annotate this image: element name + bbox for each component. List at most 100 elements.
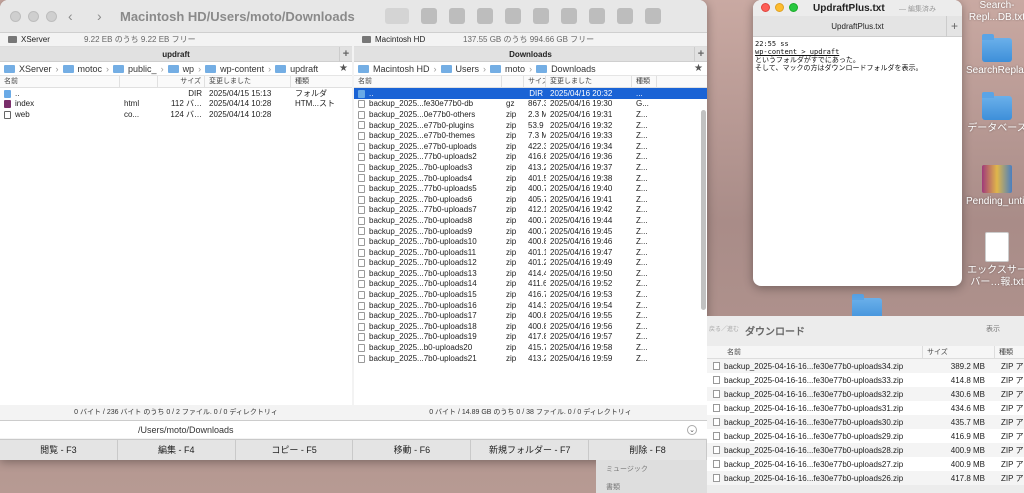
right-tab[interactable]: Downloads +	[354, 47, 707, 62]
breadcrumb-item[interactable]: Users	[456, 64, 480, 74]
list-item[interactable]: backup_2025-04-16-16...fe30e77b0-uploads…	[707, 401, 1024, 415]
table-row[interactable]: backup_2025...77b0-uploads7 zip 412.1 MB 20…	[354, 205, 707, 216]
preview-eye-icon[interactable]	[533, 8, 549, 24]
breadcrumb-item[interactable]: moto	[505, 64, 525, 74]
chevron-down-icon[interactable]: ⌄	[687, 425, 697, 435]
table-row[interactable]: backup_2025...e77b0-uploads zip 422.3... 20…	[354, 141, 707, 152]
close-button[interactable]	[761, 3, 770, 12]
fkey-button[interactable]: 削除 - F8	[589, 440, 707, 460]
list-view-icon[interactable]	[385, 8, 409, 24]
fkey-button[interactable]: 編集 - F4	[118, 440, 236, 460]
col-name[interactable]: 名前	[707, 346, 923, 358]
table-row[interactable]: .. DIR 2025/04/15 15:13 フォルダ	[0, 88, 352, 99]
list-item[interactable]: backup_2025-04-16-16...fe30e77b0-uploads…	[707, 359, 1024, 373]
sidebar-item-music[interactable]: ミュージック	[606, 464, 697, 474]
favorite-star-icon[interactable]: ★	[694, 63, 703, 74]
list-item[interactable]: backup_2025-04-16-16...fe30e77b0-uploads…	[707, 373, 1024, 387]
table-row[interactable]: backup_2025...7b0-uploads8 zip 400.7... 202…	[354, 215, 707, 226]
sidebar-item-documents[interactable]: 書類	[606, 482, 697, 492]
table-row[interactable]: backup_2025...7b0-uploads3 zip 413.2... 202…	[354, 162, 707, 173]
table-row[interactable]: backup_2025...7b0-uploads11 zip 401.1... 20…	[354, 247, 707, 258]
add-tab-button[interactable]: +	[694, 47, 707, 62]
table-row[interactable]: backup_2025...7b0-uploads12 zip 401.2... 20…	[354, 258, 707, 269]
col-size[interactable]: サイズ	[158, 75, 205, 88]
fkey-button[interactable]: 新規フォルダー - F7	[471, 440, 590, 460]
editor-text[interactable]: 22:55 ss wp-content > updraft というフォルダがすで…	[753, 37, 962, 72]
table-row[interactable]: backup_2025...e77b0-themes zip 7.3 MB 2025/…	[354, 130, 707, 141]
fkey-button[interactable]: 閲覧 - F3	[0, 440, 118, 460]
breadcrumb-item[interactable]: motoc	[78, 64, 103, 74]
table-row[interactable]: backup_2025...77b0-uploads2 zip 416.8... 20…	[354, 152, 707, 163]
desktop-icon[interactable]: エックスサーバー…報.txt	[966, 232, 1024, 289]
table-row[interactable]: backup_2025...7b0-uploads10 zip 400.8... 20…	[354, 236, 707, 247]
table-row[interactable]: backup_2025...7b0-uploads18 zip 400.8... 20…	[354, 321, 707, 332]
minimize-button[interactable]	[28, 11, 39, 22]
list-item[interactable]: backup_2025-04-16-16...fe30e77b0-uploads…	[707, 429, 1024, 443]
list-item[interactable]: backup_2025-04-16-16...fe30e77b0-uploads…	[707, 415, 1024, 429]
table-row[interactable]: backup_2025...b0-uploads20 zip 415.7... 202…	[354, 342, 707, 353]
table-row[interactable]: backup_2025...7b0-uploads13 zip 414.4... 20…	[354, 268, 707, 279]
left-drive-select[interactable]: XServer	[8, 35, 78, 44]
list-item[interactable]: backup_2025-04-16-16...fe30e77b0-uploads…	[707, 443, 1024, 457]
table-row[interactable]: web co... 124 バ… 2025/04/14 10:28	[0, 109, 352, 120]
col-size[interactable]: サイズ	[923, 346, 995, 358]
col-kind[interactable]: 種類	[291, 76, 352, 88]
add-tab-button[interactable]: +	[339, 47, 352, 62]
table-row[interactable]: backup_2025...7b0-uploads19 zip 417.8... 20…	[354, 332, 707, 343]
list-item[interactable]: backup_2025-04-16-16...fe30e77b0-uploads…	[707, 457, 1024, 471]
table-row[interactable]: backup_2025...77b0-uploads5 zip 400.7... 20…	[354, 183, 707, 194]
table-row[interactable]: backup_2025...7b0-uploads17 zip 400.8... 20…	[354, 310, 707, 321]
right-drive-select[interactable]: Macintosh HD	[362, 35, 457, 44]
table-row[interactable]: backup_2025...7b0-uploads4 zip 401.5... 202…	[354, 173, 707, 184]
info-icon[interactable]	[505, 8, 521, 24]
table-row[interactable]: backup_2025...7b0-uploads14 zip 411.6 MB 20…	[354, 279, 707, 290]
table-row[interactable]: index html 112 バ… 2025/04/14 10:28 HTM...スト	[0, 99, 352, 110]
breadcrumb-item[interactable]: updraft	[290, 64, 318, 74]
zoom-button[interactable]	[789, 3, 798, 12]
table-row[interactable]: backup_2025...7b0-uploads9 zip 400.7... 202…	[354, 226, 707, 237]
add-tab-button[interactable]: +	[946, 16, 962, 37]
view-label[interactable]: 表示	[986, 324, 1000, 334]
path-bar[interactable]: /Users/moto/Downloads ⌄	[0, 420, 707, 438]
breadcrumb-item[interactable]: XServer	[19, 64, 52, 74]
table-row[interactable]: backup_2025...e77b0-plugins zip 53.9 MB 202…	[354, 120, 707, 131]
forward-arrow-icon[interactable]: ›	[97, 8, 102, 24]
table-row[interactable]: backup_2025...7b0-uploads16 zip 414.3... 20…	[354, 300, 707, 311]
editor-tab[interactable]: UpdraftPlus.txt +	[753, 16, 962, 37]
download-icon[interactable]	[645, 8, 661, 24]
col-kind[interactable]: 種類	[995, 346, 1024, 358]
list-item[interactable]: backup_2025-04-16-16...fe30e77b0-uploads…	[707, 471, 1024, 485]
toggle-icon[interactable]	[477, 8, 493, 24]
table-row[interactable]: backup_2025...7b0-uploads15 zip 416.7... 20…	[354, 289, 707, 300]
table-row[interactable]: backup_2025...0e77b0-others zip 2.3 MB 2025…	[354, 109, 707, 120]
binoculars-icon[interactable]	[561, 8, 577, 24]
col-name[interactable]: 名前	[0, 75, 120, 88]
zoom-button[interactable]	[46, 11, 57, 22]
desktop-icon[interactable]: Pending_untilJan2022	[966, 165, 1024, 208]
favorite-star-icon[interactable]: ★	[339, 63, 348, 74]
desktop-icon[interactable]: SearchReplaceDB	[966, 34, 1024, 77]
breadcrumb-item[interactable]: wp-content	[220, 64, 264, 74]
table-row[interactable]: backup_2025...7b0-uploads6 zip 405.7... 202…	[354, 194, 707, 205]
breadcrumb-item[interactable]: Downloads	[551, 64, 596, 74]
scrollbar[interactable]	[701, 110, 706, 310]
col-size[interactable]: サイズ	[524, 75, 546, 88]
detail-view-icon[interactable]	[421, 8, 437, 24]
archive-icon[interactable]	[617, 8, 633, 24]
table-row[interactable]: .. DIR 2025/04/16 20:32...	[354, 88, 707, 99]
col-name[interactable]: 名前	[354, 75, 502, 88]
back-arrow-icon[interactable]: ‹	[68, 8, 73, 24]
grid-view-icon[interactable]	[449, 8, 465, 24]
minimize-button[interactable]	[775, 3, 784, 12]
col-modified[interactable]: 変更しました	[546, 75, 632, 88]
fkey-button[interactable]: コピー - F5	[236, 440, 354, 460]
close-button[interactable]	[10, 11, 21, 22]
col-kind[interactable]: 種類	[632, 75, 657, 88]
desktop-icon[interactable]: データベース	[966, 92, 1024, 135]
table-row[interactable]: backup_2025...fe30e77b0-db gz 867.3... 2025…	[354, 99, 707, 110]
table-row[interactable]: backup_2025...7b0-uploads21 zip 413.2... 20…	[354, 353, 707, 364]
list-item[interactable]: backup_2025-04-16-16...fe30e77b0-uploads…	[707, 387, 1024, 401]
fkey-button[interactable]: 移動 - F6	[353, 440, 472, 460]
breadcrumb-item[interactable]: Macintosh HD	[373, 64, 430, 74]
desktop-icon[interactable]: Search-Repl...DB.txt	[966, 0, 1024, 24]
